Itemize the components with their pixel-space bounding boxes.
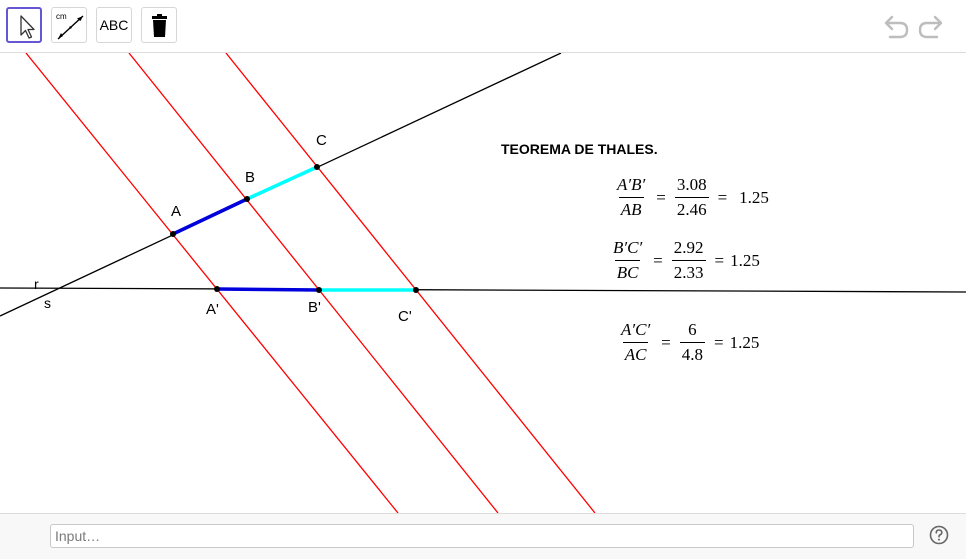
input-bar xyxy=(0,513,966,559)
parallel-line-a[interactable] xyxy=(25,53,399,513)
cursor-arrow-icon xyxy=(20,15,35,39)
fraction-denominator: AC xyxy=(622,342,649,365)
fraction-numeric: 3.08 2.46 xyxy=(674,175,709,220)
label-r: r xyxy=(34,276,39,292)
algebra-input[interactable] xyxy=(50,524,914,548)
ratio-bc: B′C′ BC = 2.92 2.33 = 1.25 xyxy=(608,238,760,283)
redo-icon[interactable] xyxy=(917,14,947,40)
label-c: C xyxy=(316,132,327,149)
fraction-numerator: 6 xyxy=(688,320,697,339)
text-tool-button[interactable]: ABC xyxy=(96,7,132,43)
point-a-prime[interactable] xyxy=(214,286,220,292)
label-a-prime: A' xyxy=(206,301,219,318)
segment-ab[interactable] xyxy=(172,197,248,236)
point-b[interactable] xyxy=(244,196,250,202)
fraction-denominator: 4.8 xyxy=(679,342,706,365)
unit-label: cm xyxy=(56,12,67,21)
help-icon[interactable] xyxy=(929,525,949,545)
equals-sign: = xyxy=(653,250,663,270)
point-c[interactable] xyxy=(314,164,320,170)
point-b-prime[interactable] xyxy=(316,287,322,293)
point-c-prime[interactable] xyxy=(413,287,419,293)
fraction-numerator: A′C′ xyxy=(621,320,651,339)
fraction-symbolic: A′B′ AB xyxy=(615,175,647,220)
equals-sign: = xyxy=(661,332,671,352)
segment-a1b1[interactable] xyxy=(216,287,320,292)
fraction-numeric: 6 4.8 xyxy=(679,320,706,365)
parallel-line-c[interactable] xyxy=(225,53,596,513)
fraction-numerator: 3.08 xyxy=(676,175,707,194)
fraction-denominator: AB xyxy=(618,197,644,220)
label-c-prime: C' xyxy=(398,308,412,325)
delete-tool-button[interactable] xyxy=(141,7,177,43)
point-a[interactable] xyxy=(170,231,176,237)
label-s: s xyxy=(44,295,51,311)
ratio-result: 1.25 xyxy=(729,332,760,352)
equals-sign: = xyxy=(717,187,728,207)
fraction-numeric: 2.92 2.33 xyxy=(671,238,706,283)
label-b-prime: B' xyxy=(308,299,321,316)
fraction-denominator: 2.46 xyxy=(674,197,709,220)
equals-sign: = xyxy=(656,187,666,207)
equals-sign: = xyxy=(714,250,725,270)
toolbar: cm ABC xyxy=(0,0,966,53)
ratio-result: 1.25 xyxy=(739,187,769,207)
move-tool-button[interactable] xyxy=(6,7,42,43)
ratio-result: 1.25 xyxy=(730,250,760,270)
text-tool-label: ABC xyxy=(99,17,129,33)
parallel-line-b[interactable] xyxy=(128,53,499,513)
ratio-ab: A′B′ AB = 3.08 2.46 = 1.25 xyxy=(612,175,769,220)
distance-ruler-icon: cm xyxy=(56,12,84,40)
fraction-numerator: B′C′ xyxy=(613,238,643,257)
distance-tool-button[interactable]: cm xyxy=(51,7,87,43)
fraction-symbolic: A′C′ AC xyxy=(619,320,652,365)
fraction-numerator: 2.92 xyxy=(673,238,704,257)
fraction-symbolic: B′C′ BC xyxy=(611,238,644,283)
segment-bc[interactable] xyxy=(246,165,318,201)
graphics-view[interactable] xyxy=(0,53,966,513)
equals-sign: = xyxy=(714,332,724,352)
theorem-title: TEOREMA DE THALES. xyxy=(501,141,658,157)
undo-icon[interactable] xyxy=(880,14,910,40)
label-b: B xyxy=(245,169,256,186)
trash-icon xyxy=(152,14,167,37)
ratio-ac: A′C′ AC = 6 4.8 = 1.25 xyxy=(616,320,759,365)
label-a: A xyxy=(171,203,182,220)
line-s[interactable] xyxy=(0,287,966,293)
fraction-denominator: 2.33 xyxy=(671,260,706,283)
fraction-denominator: BC xyxy=(614,260,641,283)
fraction-numerator: A′B′ xyxy=(617,175,646,194)
